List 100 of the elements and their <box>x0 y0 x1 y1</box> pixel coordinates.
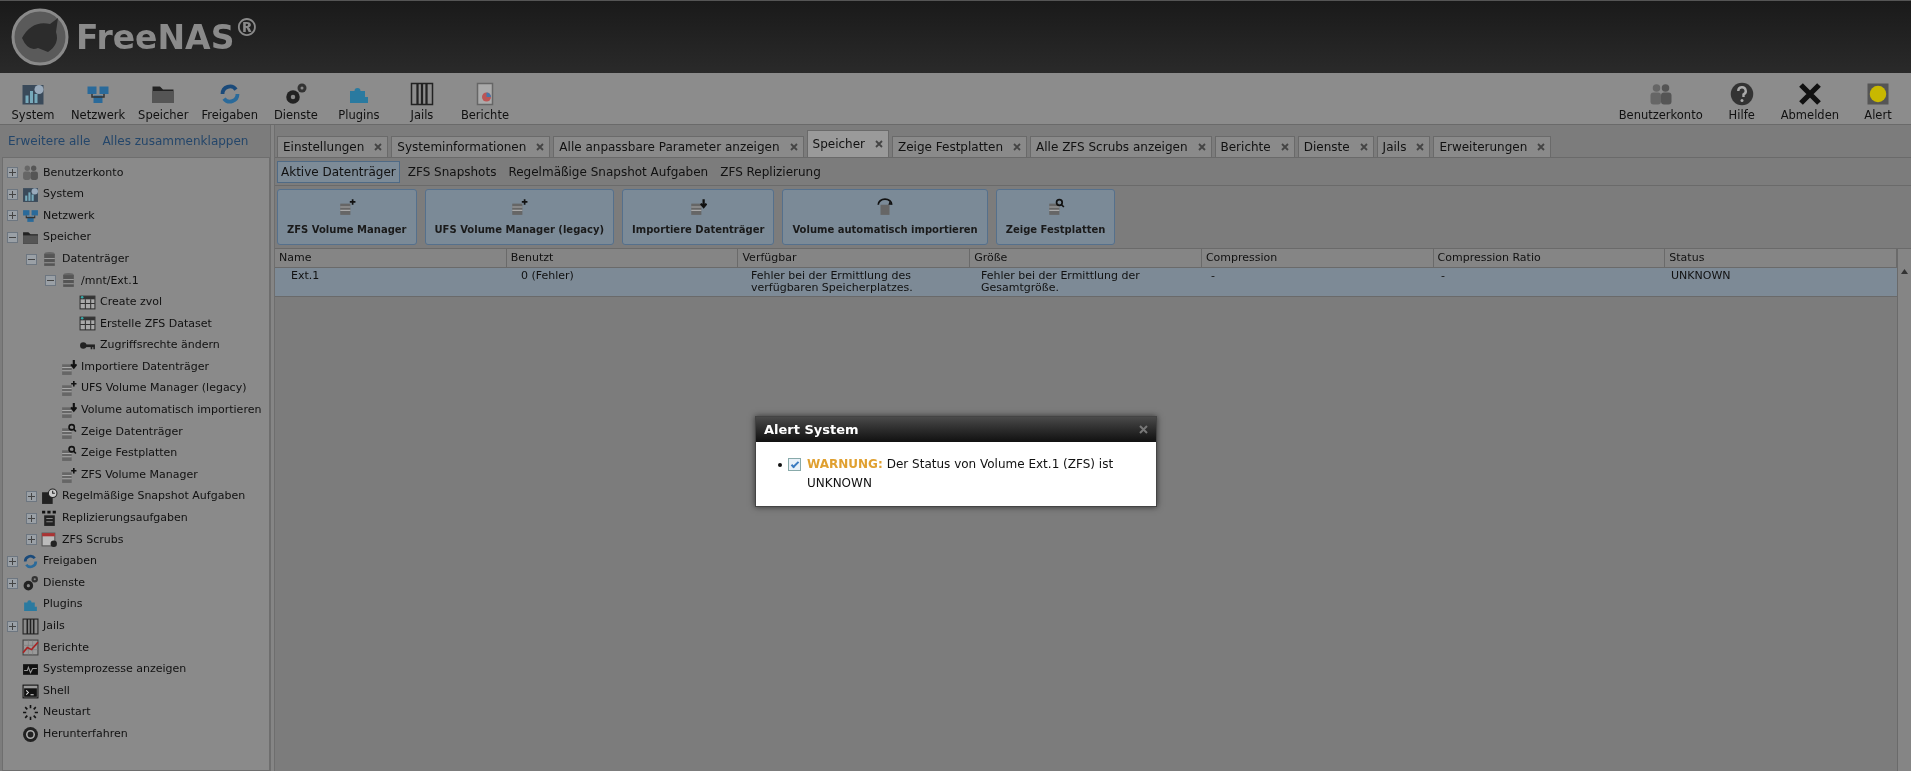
tree-item[interactable]: Zeige Datenträger <box>81 423 183 441</box>
tab[interactable]: Berichte <box>1214 136 1295 157</box>
tree-item[interactable]: Importiere Datenträger <box>81 358 209 376</box>
close-icon[interactable] <box>875 140 883 148</box>
close-icon[interactable] <box>1139 425 1148 434</box>
table-row[interactable]: Ext.1 0 (Fehler) Fehler bei der Ermittlung des verfügbaren Speicherplatzes. Fehler bei der Ermittlung der Gesamtgröße. - - UNKNOWN <box>275 268 1897 297</box>
tree-item[interactable]: UFS Volume Manager (legacy) <box>81 380 247 397</box>
toolbar-button[interactable]: Freigaben <box>197 73 262 124</box>
subtab[interactable]: Regelmäßige Snapshot Aufgaben <box>504 160 713 183</box>
tab[interactable]: Alle anpassbare Parameter anzeigen <box>553 136 804 157</box>
expand-toggle[interactable] <box>26 512 37 524</box>
toolbar-button[interactable]: Jails <box>392 73 451 124</box>
column-header[interactable]: Benutzt <box>506 249 739 267</box>
expand-toggle[interactable] <box>7 188 18 200</box>
close-icon[interactable] <box>1416 143 1425 151</box>
expand-toggle[interactable] <box>7 577 18 589</box>
tab[interactable]: Alle ZFS Scrubs anzeigen <box>1030 136 1212 157</box>
tree-item[interactable]: Benutzerkonto <box>43 164 124 182</box>
toolbar-button[interactable]: Dienste <box>266 73 325 124</box>
tree-item[interactable]: Erstelle ZFS Dataset <box>100 315 212 333</box>
expand-toggle[interactable] <box>26 534 37 546</box>
toolbar-button[interactable]: Hilfe <box>1712 73 1771 124</box>
calendar-icon <box>41 531 58 549</box>
toolbar-button[interactable]: System <box>4 73 62 124</box>
toolbar-button[interactable]: Benutzerkonto <box>1614 73 1707 124</box>
tree-item[interactable]: Netzwerk <box>43 207 95 225</box>
toolbar-button[interactable]: Plugins <box>329 73 388 124</box>
toolbar-button[interactable]: Abmelden <box>1776 73 1843 124</box>
tree-item[interactable]: Jails <box>43 618 65 635</box>
users-icon <box>1648 81 1673 106</box>
tree-item[interactable]: ZFS Volume Manager <box>81 466 198 484</box>
expand-toggle[interactable] <box>26 491 37 503</box>
tree-item[interactable]: Systemprozesse anzeigen <box>43 661 187 678</box>
subtab[interactable]: Aktive Datenträger <box>277 160 400 183</box>
close-icon[interactable] <box>1013 143 1022 151</box>
close-icon[interactable] <box>1359 143 1368 151</box>
subtab[interactable]: ZFS Replizierung <box>716 160 825 183</box>
tree-item[interactable]: Herunterfahren <box>43 726 128 743</box>
tab[interactable]: Dienste <box>1297 136 1374 157</box>
toolbar-button[interactable]: Berichte <box>455 73 514 124</box>
subtab[interactable]: ZFS Snapshots <box>403 160 501 183</box>
close-icon[interactable] <box>1280 143 1289 151</box>
tree-item[interactable]: Freigaben <box>43 553 98 570</box>
tab[interactable]: Systeminformationen <box>391 136 551 157</box>
tree-item[interactable]: Speicher <box>43 229 92 246</box>
tree-item[interactable]: Shell <box>43 682 70 700</box>
column-header[interactable]: Compression Ratio <box>1433 249 1666 267</box>
tree-item[interactable]: Neustart <box>43 704 91 721</box>
expand-toggle[interactable] <box>7 620 18 632</box>
toolbar-button[interactable]: Alert <box>1849 73 1907 124</box>
expand-toggle[interactable] <box>7 167 18 179</box>
close-icon[interactable] <box>536 143 545 151</box>
close-icon[interactable] <box>789 143 798 151</box>
close-icon[interactable] <box>374 143 383 151</box>
tree-item[interactable]: Create zvol <box>100 294 163 311</box>
tree-item[interactable]: ZFS Scrubs <box>62 531 124 549</box>
tab[interactable]: Speicher <box>806 130 889 157</box>
tab[interactable]: Einstellungen <box>277 136 389 157</box>
column-header[interactable]: Größe <box>970 249 1202 267</box>
tree-item[interactable]: Datenträger <box>62 250 130 268</box>
collapse-toggle[interactable] <box>26 253 37 265</box>
database-icon <box>60 272 77 290</box>
close-icon[interactable] <box>1197 143 1206 151</box>
tree-item[interactable]: Volume automatisch importieren <box>81 402 262 419</box>
column-header[interactable]: Name <box>275 249 507 267</box>
tree-item[interactable]: Replizierungsaufgaben <box>62 510 188 527</box>
spinner-icon <box>22 704 39 722</box>
action-button[interactable]: UFS Volume Manager (legacy) <box>424 189 615 245</box>
scroll-up-icon[interactable] <box>1901 269 1908 274</box>
tree-item[interactable]: Berichte <box>43 639 89 657</box>
action-button[interactable]: Importiere Datenträger <box>622 189 775 245</box>
tab[interactable]: Erweiterungen <box>1433 136 1552 157</box>
alert-checkbox[interactable] <box>788 458 801 471</box>
collapse-toggle[interactable] <box>45 275 56 287</box>
cross-icon <box>1797 81 1822 106</box>
tree-item[interactable]: System <box>43 186 85 203</box>
expand-toggle[interactable] <box>7 556 18 567</box>
action-button[interactable]: Volume automatisch importieren <box>782 189 988 245</box>
database-download-icon <box>60 401 77 419</box>
toolbar-button[interactable]: Speicher <box>134 73 193 124</box>
scrollbar[interactable] <box>1897 249 1911 771</box>
action-button[interactable]: ZFS Volume Manager <box>277 189 417 245</box>
database-download-icon <box>689 197 708 216</box>
tree-item[interactable]: Zeige Festplatten <box>81 445 178 462</box>
tab[interactable]: Zeige Festplatten <box>892 136 1028 157</box>
tree-item[interactable]: Plugins <box>43 596 83 613</box>
expand-toggle[interactable] <box>7 210 18 222</box>
tree-item[interactable]: Regelmäßige Snapshot Aufgaben <box>62 488 246 505</box>
tree-item[interactable]: /mnt/Ext.1 <box>81 272 139 289</box>
column-header[interactable]: Compression <box>1201 249 1434 267</box>
toolbar-button[interactable]: Netzwerk <box>67 73 130 124</box>
table-icon <box>79 293 96 311</box>
collapse-toggle[interactable] <box>7 232 18 244</box>
tree-item[interactable]: Dienste <box>43 574 86 592</box>
chart-icon <box>22 185 39 203</box>
close-icon[interactable] <box>1537 143 1546 151</box>
tree-item[interactable]: Zugriffsrechte ändern <box>100 337 220 354</box>
column-header[interactable]: Verfügbar <box>738 249 971 267</box>
tab[interactable]: Jails <box>1376 136 1431 157</box>
action-button[interactable]: Zeige Festplatten <box>995 189 1116 245</box>
